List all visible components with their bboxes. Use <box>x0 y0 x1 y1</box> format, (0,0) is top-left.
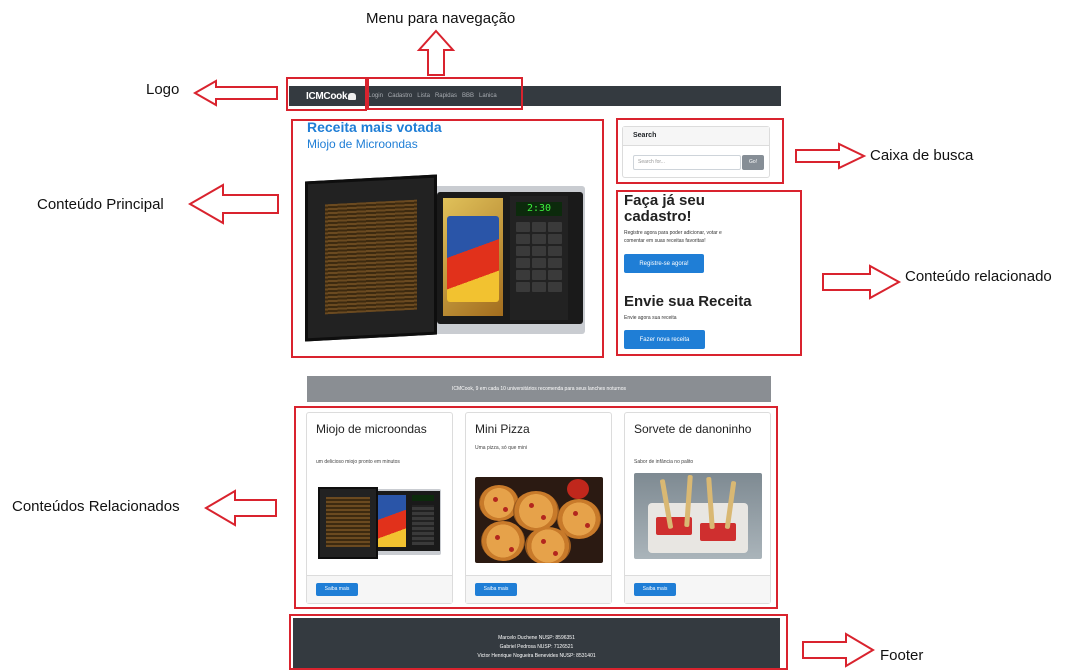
footer-annotation-box <box>289 614 788 670</box>
related-annotation-box <box>616 190 802 356</box>
annotation-menu-label: Menu para navegação <box>366 10 516 27</box>
arrow-left-icon <box>187 183 279 225</box>
search-annotation-box <box>616 118 784 184</box>
arrow-right-icon <box>822 264 902 300</box>
main-annotation-box <box>291 119 604 358</box>
arrow-left-icon <box>192 79 278 107</box>
annotation-footer-label: Footer <box>880 647 924 664</box>
menu-annotation-box <box>367 77 523 110</box>
arrow-right-icon <box>802 632 875 668</box>
related-list-annotation-box <box>294 406 778 609</box>
annotation-main-label: Conteúdo Principal <box>37 196 164 213</box>
annotation-search-label: Caixa de busca <box>870 147 974 164</box>
arrow-up-icon <box>416 29 456 76</box>
annotation-logo-label: Logo <box>146 81 180 98</box>
logo-annotation-box <box>286 77 367 111</box>
annotation-related-label: Conteúdo relacionado <box>905 268 1052 285</box>
arrow-left-icon <box>204 489 277 527</box>
tagline-banner: ICMCook, 9 em cada 10 universitários rec… <box>307 376 771 402</box>
annotation-related-list-label: Conteúdos Relacionados <box>12 498 180 515</box>
arrow-right-icon <box>795 142 867 170</box>
